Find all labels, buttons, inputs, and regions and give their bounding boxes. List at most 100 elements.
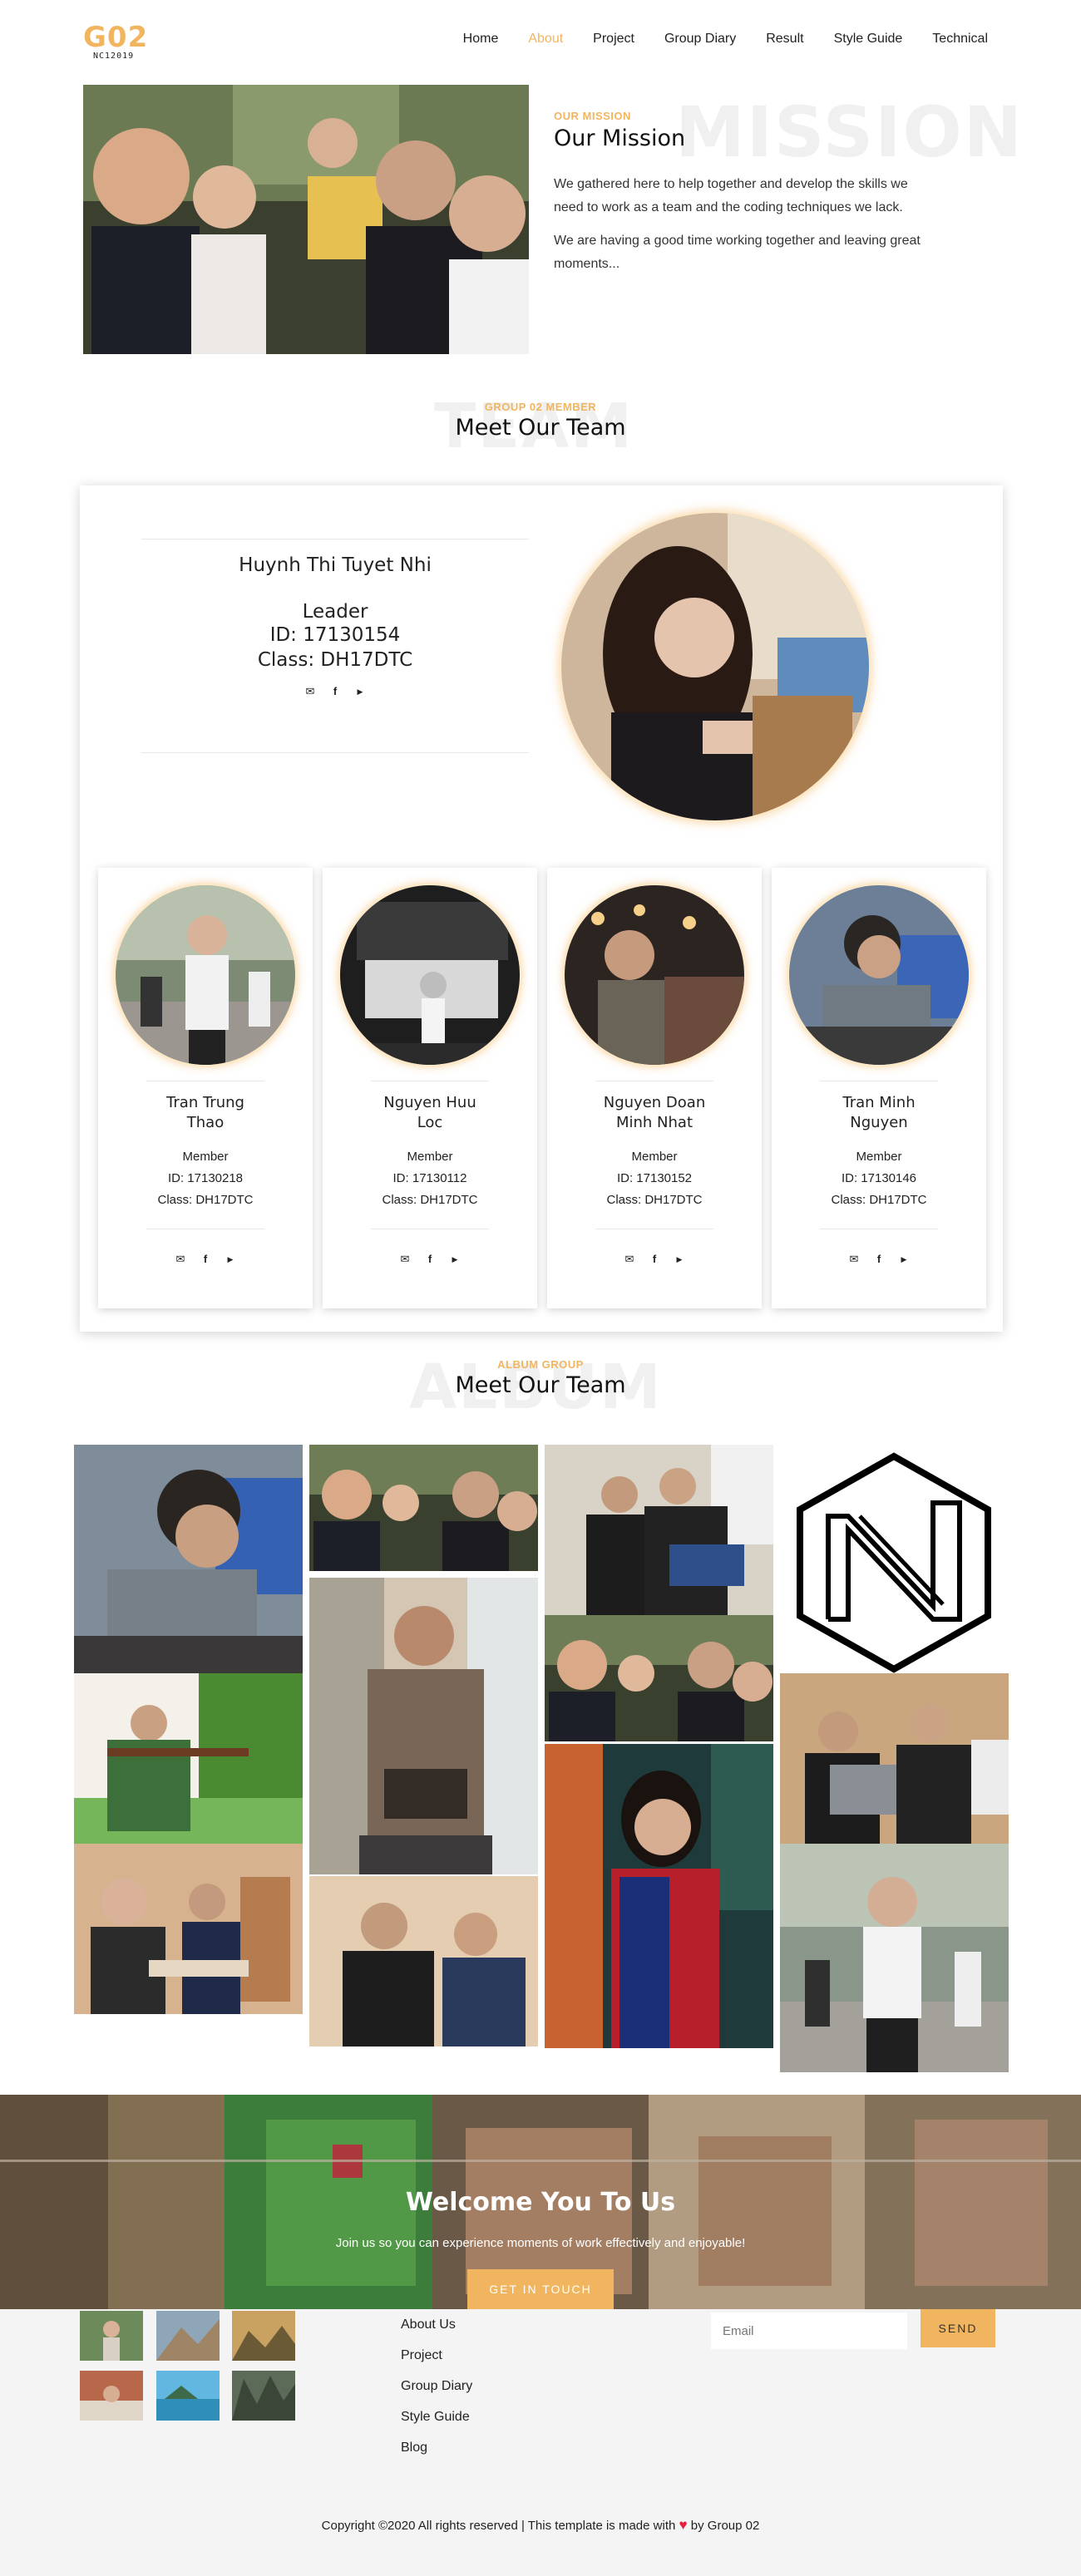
nav-result[interactable]: Result (766, 32, 803, 47)
email-icon[interactable]: ✉ (399, 1254, 411, 1265)
member-name: Tran Trung Thao (166, 1094, 244, 1131)
footer-thumbnail[interactable] (232, 2311, 295, 2361)
member-info: Tran Trung Thao Member ID: 17130218 Clas… (146, 1081, 264, 1211)
album-photo[interactable] (74, 1673, 303, 1844)
facebook-icon[interactable]: f (424, 1254, 436, 1265)
facebook-icon[interactable]: f (873, 1254, 885, 1265)
member-role: Member (407, 1150, 453, 1164)
email-icon[interactable]: ✉ (848, 1254, 860, 1265)
member-social-icons: ✉ f ▶ (547, 1254, 762, 1265)
album-photo[interactable] (309, 1876, 538, 2047)
footer-thumbnail[interactable] (156, 2311, 220, 2361)
nav-style-guide[interactable]: Style Guide (834, 32, 903, 47)
member-role: Member (182, 1150, 229, 1164)
email-icon[interactable]: ✉ (175, 1254, 186, 1265)
album-photo[interactable] (780, 1844, 1009, 2072)
heart-icon: ♥ (679, 2517, 688, 2533)
member-social-icons: ✉ f ▶ (772, 1254, 986, 1265)
leader-id: ID: 17130154 (269, 624, 401, 646)
member-role: Member (631, 1150, 678, 1164)
footer-link-project[interactable]: Project (401, 2340, 472, 2371)
get-in-touch-button[interactable]: GET IN TOUCH (467, 2269, 614, 2309)
album-photo[interactable] (545, 1744, 773, 2048)
album-photo[interactable] (780, 1673, 1009, 1844)
album-photo[interactable] (309, 1445, 538, 1571)
nav-technical[interactable]: Technical (932, 32, 988, 47)
member-id: ID: 17130112 (392, 1171, 467, 1185)
album-photo[interactable] (309, 1578, 538, 1874)
member-name: Nguyen Doan Minh Nhat (603, 1094, 706, 1131)
copyright-after: by Group 02 (690, 2519, 760, 2533)
mission-paragraph-2: We are having a good time working togeth… (554, 234, 921, 271)
nav-about[interactable]: About (528, 32, 563, 47)
mission-eyebrow: OUR MISSION (554, 110, 631, 122)
member-avatar (787, 883, 971, 1067)
member-info: Tran Minh Nguyen Member ID: 17130146 Cla… (820, 1081, 938, 1211)
member-avatar (338, 883, 522, 1067)
footer-link-blog[interactable]: Blog (401, 2432, 472, 2463)
album-title: Meet Our Team (455, 1372, 626, 1398)
footer-thumbnail[interactable] (80, 2311, 143, 2361)
nav-group-diary[interactable]: Group Diary (664, 32, 736, 47)
nav-home[interactable]: Home (463, 32, 499, 47)
team-heading: TEAM GROUP 02 MEMBER Meet Our Team (0, 391, 1081, 465)
newsletter-email-input[interactable] (711, 2312, 907, 2349)
album-photo[interactable] (545, 1615, 773, 1741)
member-card: Tran Trung Thao Member ID: 17130218 Clas… (98, 868, 313, 1308)
footer-thumbnail[interactable] (80, 2371, 143, 2421)
email-icon[interactable]: ✉ (624, 1254, 635, 1265)
copyright-before: Copyright ©2020 All rights reserved | Th… (321, 2519, 676, 2533)
youtube-icon[interactable]: ▶ (898, 1254, 910, 1265)
member-class: Class: DH17DTC (831, 1193, 927, 1207)
leader-class: Class: DH17DTC (257, 649, 413, 671)
youtube-icon[interactable]: ▶ (449, 1254, 461, 1265)
logo-mark: G02 (83, 21, 149, 54)
send-button[interactable]: SEND (921, 2309, 995, 2347)
member-class: Class: DH17DTC (382, 1193, 478, 1207)
leader-name: Huynh Thi Tuyet Nhi (239, 554, 432, 576)
album-photo[interactable] (74, 1445, 303, 1673)
footer-thumbnail[interactable] (232, 2371, 295, 2421)
youtube-icon[interactable]: ▶ (354, 686, 366, 697)
youtube-icon[interactable]: ▶ (225, 1254, 236, 1265)
banner-title: Welcome You To Us (405, 2188, 676, 2217)
member-class: Class: DH17DTC (157, 1193, 254, 1207)
album-heading: ALBUM ALBUM GROUP Meet Our Team (0, 1352, 1081, 1423)
hexagon-n-logo-icon (797, 1452, 991, 1673)
leader-avatar (559, 510, 871, 823)
member-card: Nguyen Doan Minh Nhat Member ID: 1713015… (547, 868, 762, 1308)
nav-project[interactable]: Project (593, 32, 634, 47)
main-nav: Home About Project Group Diary Result St… (463, 32, 988, 47)
album-logo-tile[interactable] (780, 1445, 1009, 1673)
footer-link-group-diary[interactable]: Group Diary (401, 2371, 472, 2401)
facebook-icon[interactable]: f (649, 1254, 660, 1265)
member-info: Nguyen Doan Minh Nhat Member ID: 1713015… (595, 1081, 713, 1211)
leader-social-icons: ✉ f ▶ (141, 686, 529, 697)
member-social-icons: ✉ f ▶ (98, 1254, 313, 1265)
site-header: G02 NC12019 Home About Project Group Dia… (0, 0, 1081, 83)
album-photo[interactable] (545, 1445, 773, 1615)
footer-link-about-us[interactable]: About Us (401, 2309, 472, 2340)
facebook-icon[interactable]: f (200, 1254, 211, 1265)
member-id: ID: 17130146 (841, 1171, 917, 1185)
member-social-icons: ✉ f ▶ (323, 1254, 537, 1265)
mission-photo (83, 85, 529, 354)
copyright-text: Copyright ©2020 All rights reserved | Th… (0, 2517, 1081, 2534)
mission-block: MISSION OUR MISSION Our Mission We gathe… (554, 91, 1022, 276)
site-logo[interactable]: G02 NC12019 (83, 23, 150, 63)
welcome-banner: Welcome You To Us Join us so you can exp… (0, 2095, 1081, 2309)
footer-link-style-guide[interactable]: Style Guide (401, 2401, 472, 2432)
album-photo[interactable] (74, 1844, 303, 2014)
footer-thumbnail[interactable] (156, 2371, 220, 2421)
facebook-icon[interactable]: f (329, 686, 341, 697)
leader-info: Huynh Thi Tuyet Nhi Leader ID: 17130154 … (141, 539, 529, 753)
member-card: Tran Minh Nguyen Member ID: 17130146 Cla… (772, 868, 986, 1308)
team-eyebrow: GROUP 02 MEMBER (484, 401, 597, 413)
member-role: Member (856, 1150, 902, 1164)
youtube-icon[interactable]: ▶ (674, 1254, 685, 1265)
email-icon[interactable]: ✉ (304, 686, 316, 697)
team-title: Meet Our Team (455, 415, 626, 441)
member-info: Nguyen Huu Loc Member ID: 17130112 Class… (371, 1081, 489, 1211)
member-id: ID: 17130218 (167, 1171, 244, 1185)
banner-subtitle: Join us so you can experience moments of… (335, 2236, 746, 2250)
